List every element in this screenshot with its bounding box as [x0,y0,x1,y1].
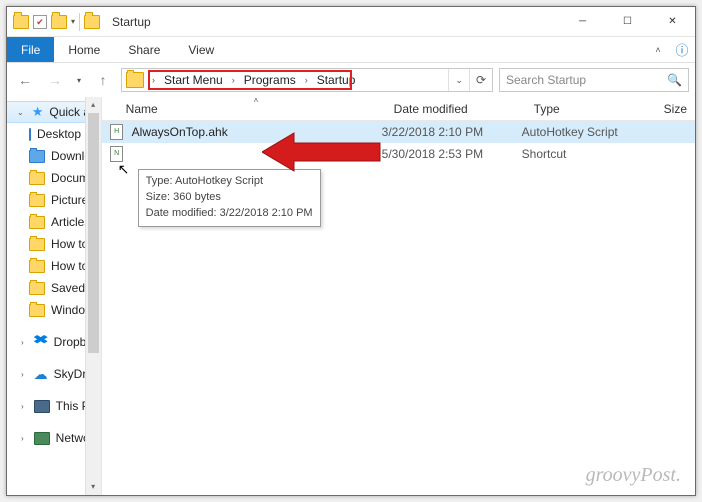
file-name: AlwaysOnTop.ahk [132,125,382,139]
file-icon: N [110,146,123,162]
minimize-button[interactable]: ─ [560,7,605,36]
scroll-down-icon[interactable]: ▾ [86,479,101,495]
file-tab[interactable]: File [7,37,54,62]
folder-icon [29,238,45,251]
column-size[interactable]: Size [656,102,695,116]
file-list[interactable]: H AlwaysOnTop.ahk 3/22/2018 2:10 PM Auto… [102,121,695,495]
file-date: 5/30/2018 2:53 PM [382,147,522,161]
file-date: 3/22/2018 2:10 PM [382,125,522,139]
window-title: Startup [112,15,151,29]
separator [79,13,80,31]
chevron-right-icon[interactable]: › [226,75,241,85]
column-headers: ˄ Name Date modified Type Size [102,97,695,121]
cloud-icon: ☁ [34,367,48,381]
address-dropdown-icon[interactable]: ⌄ [448,69,469,91]
star-icon: ★ [32,104,44,120]
breadcrumb-item[interactable]: Start Menu [161,73,226,87]
chevron-down-icon: ⌄ [17,108,24,117]
quick-access-toolbar: ✔ ▾ [7,13,106,31]
back-button[interactable]: ← [13,68,37,92]
chevron-right-icon[interactable]: › [299,75,314,85]
ribbon: File Home Share View ˄ ⓘ [7,37,695,63]
refresh-icon[interactable]: ⟳ [469,69,492,91]
qat-dropdown-icon[interactable]: ▾ [71,17,75,26]
address-bar[interactable]: › Start Menu › Programs › Startup ⌄ ⟳ [121,68,493,92]
chevron-right-icon: › [21,338,24,347]
chevron-right-icon: › [21,370,24,379]
pc-icon [34,400,50,413]
column-type[interactable]: Type [526,102,656,116]
tab-share[interactable]: Share [114,37,174,62]
body: ⌄ ★ Quick access Desktop📌 Downloads📌 Doc… [7,97,695,495]
scrollbar-thumb[interactable] [88,113,99,353]
desktop-icon [29,128,31,141]
chevron-right-icon: › [21,402,24,411]
explorer-window: ✔ ▾ Startup ─ ☐ ✕ File Home Share View ˄… [6,6,696,496]
ribbon-collapse-icon[interactable]: ˄ [647,37,669,62]
help-icon[interactable]: ⓘ [669,37,695,62]
search-input[interactable]: Search Startup 🔍 [499,68,689,92]
dropbox-icon [34,335,48,349]
folder-icon [29,216,45,229]
tooltip-line: Size: 360 bytes [146,190,313,206]
tab-view[interactable]: View [174,37,228,62]
address-row: ← → ▾ ↑ › Start Menu › Programs › Startu… [7,63,695,97]
file-row[interactable]: N 5/30/2018 2:53 PM Shortcut [102,143,695,165]
file-list-pane: ˄ Name Date modified Type Size H AlwaysO… [102,97,695,495]
file-type: Shortcut [522,147,652,161]
tooltip-line: Date modified: 3/22/2018 2:10 PM [146,206,313,222]
file-type: AutoHotkey Script [522,125,652,139]
close-button[interactable]: ✕ [650,7,695,36]
watermark: groovyPost. [586,464,681,487]
folder-icon [29,260,45,273]
properties-icon[interactable]: ✔ [33,15,47,29]
folder-icon [29,194,45,207]
sort-indicator-icon: ˄ [246,97,267,105]
folder-icon [29,282,45,295]
search-placeholder: Search Startup [506,73,586,87]
up-button[interactable]: ↑ [91,68,115,92]
folder-icon [13,15,29,29]
chevron-right-icon[interactable]: › [146,75,161,85]
folder-icon [29,150,45,163]
tooltip-line: Type: AutoHotkey Script [146,174,313,190]
tooltip: Type: AutoHotkey Script Size: 360 bytes … [138,169,321,227]
folder-icon [29,172,45,185]
title-bar: ✔ ▾ Startup ─ ☐ ✕ [7,7,695,37]
breadcrumb-item[interactable]: Programs [241,73,299,87]
sidebar-scrollbar[interactable]: ▴ ▾ [85,97,101,495]
column-date[interactable]: Date modified [386,102,526,116]
file-icon: H [110,124,123,140]
chevron-right-icon: › [21,434,24,443]
nav-pane: ⌄ ★ Quick access Desktop📌 Downloads📌 Doc… [7,97,102,495]
file-row[interactable]: H AlwaysOnTop.ahk 3/22/2018 2:10 PM Auto… [102,121,695,143]
folder-icon [29,304,45,317]
search-icon: 🔍 [667,73,682,87]
tab-home[interactable]: Home [54,37,114,62]
new-folder-icon[interactable] [51,15,67,29]
window-buttons: ─ ☐ ✕ [560,7,695,36]
window-folder-icon [84,15,100,29]
folder-icon [126,72,144,88]
scroll-up-icon[interactable]: ▴ [86,97,101,113]
recent-dropdown-icon[interactable]: ▾ [73,76,85,85]
maximize-button[interactable]: ☐ [605,7,650,36]
forward-button[interactable]: → [43,68,67,92]
network-icon [34,432,50,445]
breadcrumb-item[interactable]: Startup [314,73,359,87]
